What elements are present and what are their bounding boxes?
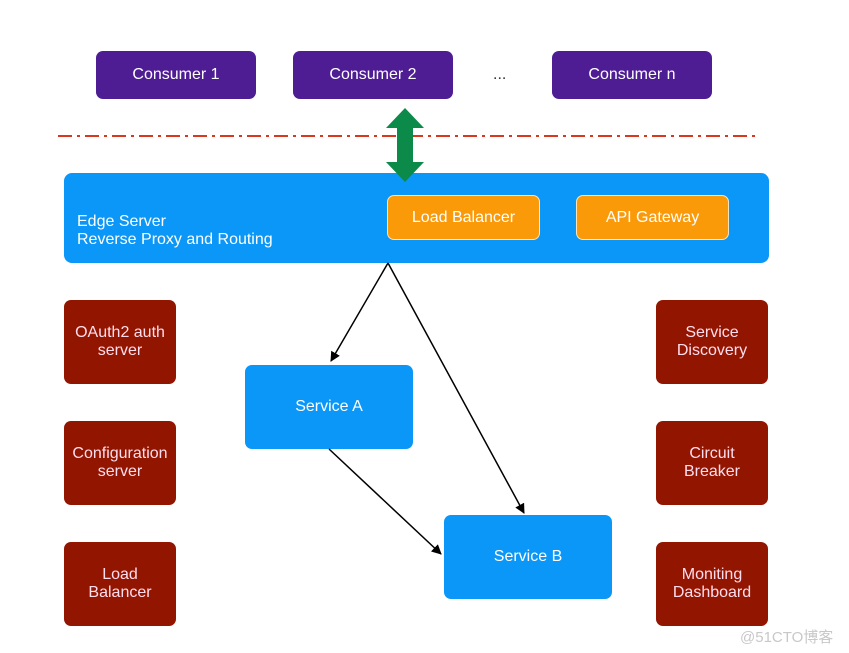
bidirectional-arrow-icon (386, 108, 424, 182)
arrow-service-a-to-service-b (328, 448, 442, 555)
connectors (58, 108, 756, 555)
architecture-diagram: Consumer 1 Consumer 2 ... Consumer n Edg… (0, 0, 849, 653)
arrow-edge-to-service-b (387, 262, 525, 514)
arrow-edge-to-service-a (330, 262, 389, 362)
watermark: @51CTO博客 (740, 629, 834, 646)
